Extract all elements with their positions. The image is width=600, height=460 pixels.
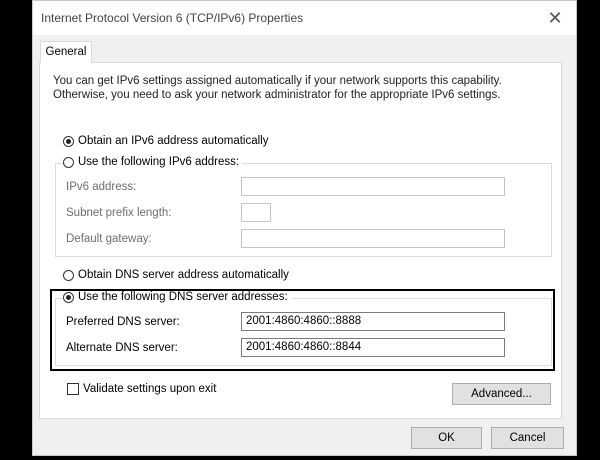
description-line-1: You can get IPv6 settings assigned autom… (53, 75, 502, 87)
description-text: You can get IPv6 settings assigned autom… (53, 74, 553, 102)
radio-selected-icon (63, 135, 74, 147)
tab-general[interactable]: General (40, 41, 92, 63)
radio-unselected-icon (63, 156, 74, 168)
obtain-ipv6-auto-label: Obtain an IPv6 address automatically (78, 135, 269, 147)
window-title: Internet Protocol Version 6 (TCP/IPv6) P… (41, 11, 304, 25)
use-following-ipv6-label: Use the following IPv6 address: (78, 156, 240, 168)
dns-highlight-box (50, 289, 555, 371)
radio-unselected-icon (63, 269, 74, 281)
cancel-button[interactable]: Cancel (491, 427, 564, 449)
subnet-prefix-label: Subnet prefix length: (66, 207, 172, 219)
title-bar: Internet Protocol Version 6 (TCP/IPv6) P… (33, 1, 576, 35)
ipv6-address-label: IPv6 address: (66, 181, 137, 193)
ok-button[interactable]: OK (411, 427, 482, 449)
default-gateway-input[interactable] (241, 229, 505, 248)
ipv6-address-input[interactable] (241, 177, 505, 196)
obtain-dns-auto-radio[interactable]: Obtain DNS server address automatically (63, 269, 289, 281)
advanced-button[interactable]: Advanced... (452, 383, 551, 405)
obtain-dns-auto-label: Obtain DNS server address automatically (78, 269, 289, 281)
obtain-ipv6-auto-radio[interactable]: Obtain an IPv6 address automatically (63, 135, 269, 147)
default-gateway-label: Default gateway: (66, 233, 152, 245)
close-icon[interactable]: ✕ (546, 9, 564, 27)
checkbox-icon (67, 383, 79, 395)
dialog-window: Internet Protocol Version 6 (TCP/IPv6) P… (32, 0, 577, 456)
use-following-ipv6-radio[interactable]: Use the following IPv6 address: (63, 156, 243, 168)
description-line-2: Otherwise, you need to ask your network … (53, 89, 501, 101)
validate-settings-checkbox[interactable]: Validate settings upon exit (67, 383, 216, 395)
validate-settings-label: Validate settings upon exit (83, 383, 217, 395)
subnet-prefix-input[interactable] (241, 203, 271, 222)
